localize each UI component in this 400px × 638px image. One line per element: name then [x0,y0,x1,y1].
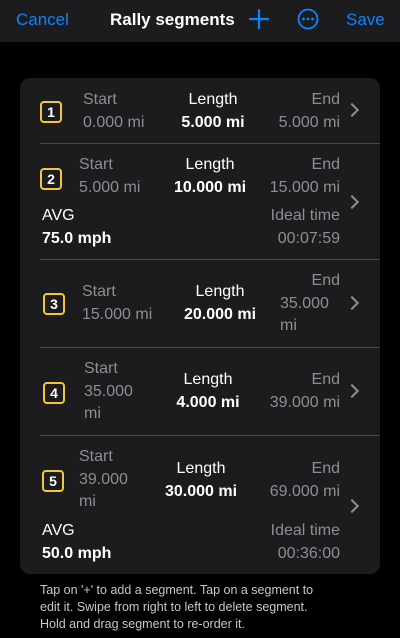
segment-row-1[interactable]: 1 Start 0.000 mi Length 5.000 mi End 5.0… [20,78,380,143]
start-label: Start [83,91,117,108]
end-value: 5.000 mi [278,114,340,131]
segments-list: 1 Start 0.000 mi Length 5.000 mi End 5.0… [20,78,380,574]
end-label: End [311,371,340,388]
ideal-time-label: Ideal time [270,207,340,224]
cancel-button[interactable]: Cancel [16,10,69,30]
help-text-line: Tap on '+' to add a segment. Tap on a se… [40,583,314,597]
ideal-time-value: 00:07:59 [277,230,340,247]
end-value-unit: mi [280,317,297,334]
start-value-unit: mi [79,493,96,510]
end-value: 39.000 mi [269,394,340,411]
avg-label: AVG [42,522,75,539]
start-value: 35.000 [84,383,133,400]
more-options-button[interactable] [297,8,319,30]
length-label: Length [195,283,245,300]
start-value: 0.000 mi [83,114,145,131]
segment-number-badge: 2 [40,168,62,190]
navigation-bar: Cancel Rally segments Save [0,0,400,42]
ideal-time-value: 00:36:00 [277,545,340,562]
length-value: 10.000 mi [173,179,247,196]
start-label: Start [79,156,113,173]
length-value: 5.000 mi [181,114,245,131]
start-label: Start [84,360,118,377]
end-value: 69.000 mi [269,483,340,500]
page-title: Rally segments [110,10,235,29]
segment-row-5[interactable]: 5 Start 39.000 mi Length 30.000 mi End 6… [20,436,380,574]
end-label: End [311,460,340,477]
length-value: 4.000 mi [176,394,240,411]
chevron-right-icon [344,194,360,210]
start-value: 15.000 mi [82,306,153,323]
length-value: 30.000 mi [164,483,238,500]
end-value: 35.000 [280,295,329,312]
segment-number-badge: 1 [40,101,62,123]
ellipsis-circle-icon [297,8,319,30]
help-text: Tap on '+' to add a segment. Tap on a se… [40,582,370,633]
plus-icon [248,8,270,30]
avg-value: 50.0 mph [42,545,112,562]
segment-number-badge: 3 [43,293,65,315]
chevron-right-icon [344,383,360,399]
add-segment-button[interactable] [248,6,270,32]
segment-number-badge: 4 [43,382,65,404]
start-value-unit: mi [84,405,101,422]
length-value: 20.000 mi [183,306,257,323]
save-button[interactable]: Save [346,10,385,30]
help-text-line: Hold and drag segment to re-order it. [40,617,245,631]
end-label: End [311,91,340,108]
start-value: 5.000 mi [79,179,141,196]
segment-number-badge: 5 [42,470,64,492]
chevron-right-icon [344,102,360,118]
avg-value: 75.0 mph [42,230,112,247]
length-label: Length [176,460,226,477]
segment-row-3[interactable]: 3 Start 15.000 mi Length 20.000 mi End 3… [20,260,380,347]
start-value: 39.000 [79,471,128,488]
start-label: Start [79,448,113,465]
segment-row-4[interactable]: 4 Start 35.000 mi Length 4.000 mi End 39… [20,348,380,435]
avg-label: AVG [42,207,75,224]
length-label: Length [188,91,238,108]
end-label: End [311,272,340,289]
length-label: Length [185,156,235,173]
start-label: Start [82,283,116,300]
segment-row-2[interactable]: 2 Start 5.000 mi Length 10.000 mi End 15… [20,144,380,259]
end-label: End [311,156,340,173]
ideal-time-label: Ideal time [270,522,340,539]
end-value: 15.000 mi [269,179,340,196]
chevron-right-icon [344,295,360,311]
help-text-line: edit it. Swipe from right to left to del… [40,600,308,614]
chevron-right-icon [344,498,360,514]
length-label: Length [183,371,233,388]
